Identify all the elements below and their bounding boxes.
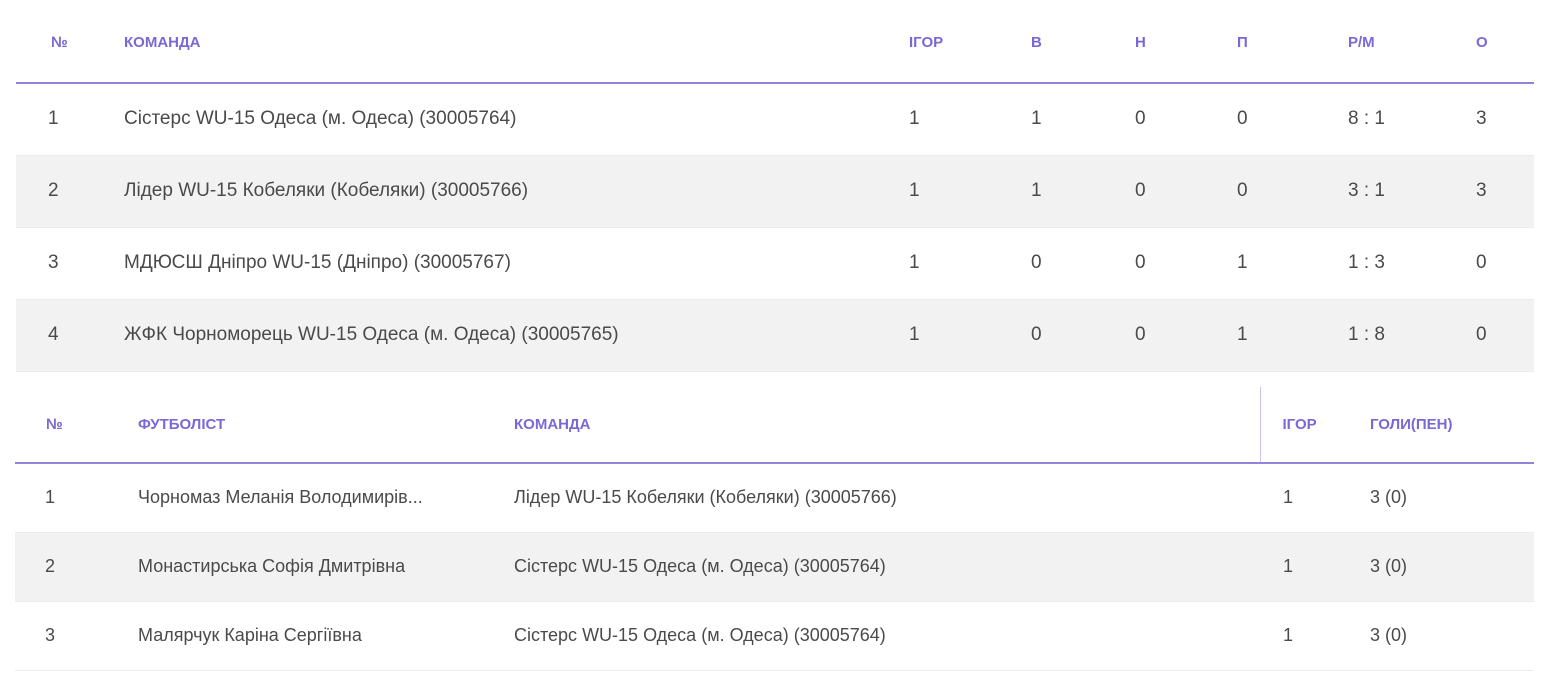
goals-cell: 3 (0) [1370,556,1408,576]
wins-cell: 0 [1031,252,1042,273]
losses-cell: 0 [1237,108,1248,130]
scorers-row[interactable]: 3 Малярчук Каріна Сергіївна Сістерс WU-1… [15,601,1534,670]
standings-table: № КОМАНДА ІГОР В Н П Р/М О 1 Сістерс WU-… [16,0,1534,372]
standings-row[interactable]: 2 Лідер WU-15 Кобеляки (Кобеляки) (30005… [16,155,1534,227]
wins-cell: 1 [1031,108,1042,130]
goal-ratio-cell: 1 : 8 [1348,324,1385,345]
column-header-games[interactable]: ІГОР [909,0,1023,84]
standings-row[interactable]: 1 Сістерс WU-15 Одеса (м. Одеса) (300057… [16,83,1534,155]
scorers-header-row: № ФУТБОЛІСТ КОМАНДА ІГОР ГОЛИ(ПЕН) [15,387,1534,464]
scorers-table: № ФУТБОЛІСТ КОМАНДА ІГОР ГОЛИ(ПЕН) 1 Чор… [15,387,1534,671]
points-cell: 0 [1476,252,1487,273]
games-cell: 1 [909,324,920,345]
column-header-goals-penalties[interactable]: ГОЛИ(ПЕН) [1370,387,1534,464]
scorers-row[interactable]: 2 Монастирська Софія Дмитрівна Сістерс W… [15,532,1534,601]
position-cell: 1 [48,108,59,130]
column-header-draws[interactable]: Н [1129,0,1233,84]
points-cell: 0 [1476,324,1487,345]
draws-cell: 0 [1135,252,1146,273]
wins-cell: 1 [1031,180,1042,201]
goal-ratio-cell: 1 : 3 [1348,252,1385,273]
games-cell: 1 [1283,625,1294,645]
position-cell: 3 [48,252,59,273]
player-name-cell[interactable]: Малярчук Каріна Сергіївна [138,601,514,670]
draws-cell: 0 [1135,180,1146,201]
standings-row[interactable]: 3 МДЮСШ Дніпро WU-15 (Дніпро) (30005767)… [16,227,1534,299]
losses-cell: 0 [1237,180,1248,201]
team-name-cell[interactable]: МДЮСШ Дніпро WU-15 (Дніпро) (30005767) [124,227,909,299]
games-cell: 1 [1283,556,1294,576]
standings-row[interactable]: 4 ЖФК Чорноморець WU-15 Одеса (м. Одеса)… [16,299,1534,371]
team-name-cell[interactable]: Лідер WU-15 Кобеляки (Кобеляки) (3000576… [124,155,909,227]
goals-cell: 3 (0) [1370,487,1408,508]
games-cell: 1 [909,108,920,130]
column-header-losses[interactable]: П [1233,0,1322,84]
team-name-cell[interactable]: Сістерс WU-15 Одеса (м. Одеса) (30005764… [514,532,1260,601]
column-header-points[interactable]: О [1452,0,1534,84]
draws-cell: 0 [1135,108,1146,130]
rank-cell: 2 [45,556,56,576]
goals-cell: 3 (0) [1370,625,1408,645]
wins-cell: 0 [1031,324,1042,345]
games-cell: 1 [909,180,920,201]
column-header-number[interactable]: № [15,387,138,464]
position-cell: 2 [48,180,59,201]
column-header-team[interactable]: КОМАНДА [514,387,1260,464]
column-header-goal-diff[interactable]: Р/М [1322,0,1452,84]
column-header-player[interactable]: ФУТБОЛІСТ [138,387,514,464]
scorers-row[interactable]: 1 Чорномаз Меланія Володимирів... Лідер … [15,463,1534,532]
position-cell: 4 [48,324,59,345]
points-cell: 3 [1476,108,1487,130]
standings-header-row: № КОМАНДА ІГОР В Н П Р/М О [16,0,1534,84]
player-name-cell[interactable]: Чорномаз Меланія Володимирів... [138,463,514,532]
column-header-number[interactable]: № [16,0,124,84]
games-cell: 1 [1283,487,1294,508]
column-header-team[interactable]: КОМАНДА [124,0,909,84]
column-header-games[interactable]: ІГОР [1259,387,1370,464]
losses-cell: 1 [1237,252,1248,273]
goal-ratio-cell: 3 : 1 [1348,180,1385,201]
games-cell: 1 [909,252,920,273]
rank-cell: 3 [45,625,56,645]
draws-cell: 0 [1135,324,1146,345]
team-name-cell[interactable]: Лідер WU-15 Кобеляки (Кобеляки) (3000576… [514,463,1260,532]
points-cell: 3 [1476,180,1487,201]
team-name-cell[interactable]: Сістерс WU-15 Одеса (м. Одеса) (30005764… [514,601,1260,670]
rank-cell: 1 [45,487,56,508]
column-header-wins[interactable]: В [1023,0,1129,84]
team-name-cell[interactable]: ЖФК Чорноморець WU-15 Одеса (м. Одеса) (… [124,299,909,371]
losses-cell: 1 [1237,324,1248,345]
player-name-cell[interactable]: Монастирська Софія Дмитрівна [138,532,514,601]
goal-ratio-cell: 8 : 1 [1348,108,1385,130]
team-name-cell[interactable]: Сістерс WU-15 Одеса (м. Одеса) (30005764… [124,83,909,155]
